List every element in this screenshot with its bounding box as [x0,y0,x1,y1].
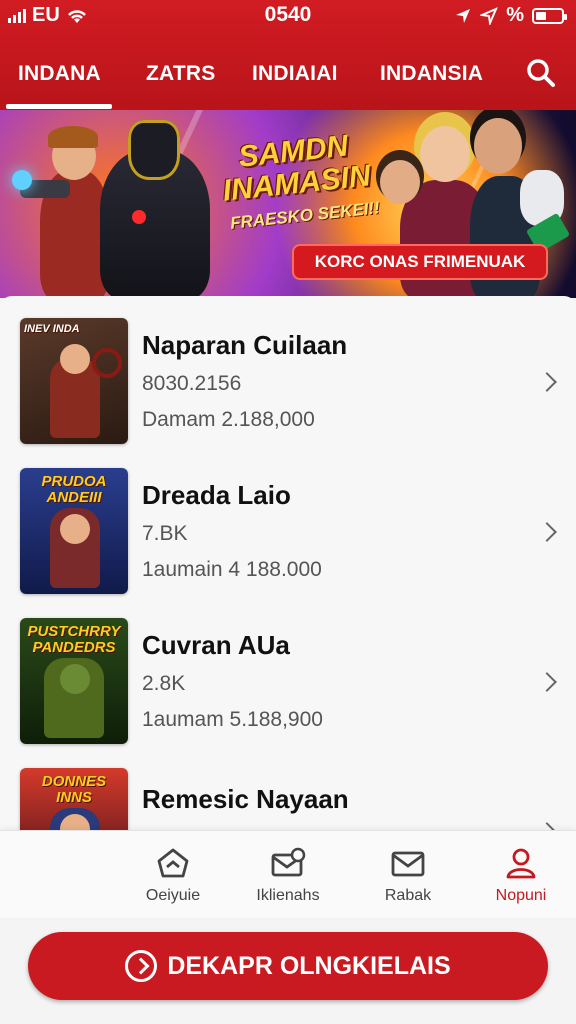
list-item[interactable]: PRUDOA ANDEIII Dreada Laio 7.BK 1aumain … [0,464,576,614]
game-title: Naparan Cuilaan [142,330,348,360]
location-icon [456,8,471,23]
nav-inbox[interactable]: Rabak [353,847,463,905]
mail-gift-icon [271,847,306,877]
game-stat: 8030.2156 [142,372,242,395]
cta-label: DEKAPR OLNGKIELAIS [167,951,451,980]
app-header: EU 0540 % INDANA ZATRS INDIAIAI INDANSIA [0,0,576,110]
game-title: Cuvran AUa [142,630,290,660]
game-thumbnail: PRUDOA ANDEIII [20,468,128,594]
tab-indana[interactable]: INDANA [18,62,101,86]
nav-label: Nopuni [495,887,547,904]
battery-icon [532,7,567,24]
chevron-right-icon [537,672,557,692]
tab-zatrs[interactable]: ZATRS [146,62,215,86]
category-tabs: INDANA ZATRS INDIAIAI INDANSIA [0,52,576,100]
chevron-right-icon [537,522,557,542]
status-bar: EU 0540 % [0,0,576,30]
game-stat: 7.BK [142,522,188,545]
nav-messages[interactable]: Iklienahs [233,847,343,905]
search-icon[interactable] [526,58,556,88]
battery-percent: % [506,4,524,26]
game-list: INEV INDA Naparan Cuilaan 8030.2156 Dama… [0,296,576,906]
nav-home[interactable]: Oeiyuie [118,847,228,905]
chevron-right-icon [537,372,557,392]
nav-label: Iklienahs [256,887,320,904]
nav-label: Oeiyuie [145,887,201,904]
nav-profile[interactable]: Nopuni [466,847,576,905]
game-title: Dreada Laio [142,480,291,510]
primary-cta-button[interactable]: DEKAPR OLNGKIELAIS [28,932,548,1000]
game-downloads: 1aumam 5.188,900 [142,708,323,731]
game-thumbnail: PUSTCHRRY PANDEDRS [20,618,128,744]
list-item[interactable]: PUSTCHRRY PANDEDRS Cuvran AUa 2.8K 1auma… [0,614,576,764]
envelope-icon [391,851,425,877]
bottom-navigation: Oeiyuie Iklienahs Rabak Nopuni [0,830,576,918]
arrow-circle-icon [125,950,158,982]
active-tab-indicator [6,104,112,109]
game-title: Remesic Nayaan [142,784,349,814]
tab-indiaiai[interactable]: INDIAIAI [252,62,338,86]
game-stat: 2.8K [142,672,186,695]
profile-icon [506,848,536,879]
game-thumbnail: INEV INDA [20,318,128,444]
game-downloads: Damam 2.188,000 [142,408,315,431]
navigation-icon [480,6,499,25]
banner-cta-button[interactable]: KORC ONAS FRIMENUAK [292,244,548,280]
tab-indansia[interactable]: INDANSIA [380,62,483,86]
game-downloads: 1aumain 4 188.000 [142,558,322,581]
list-item[interactable]: INEV INDA Naparan Cuilaan 8030.2156 Dama… [0,314,576,464]
home-icon [157,848,189,878]
nav-label: Rabak [384,887,432,904]
